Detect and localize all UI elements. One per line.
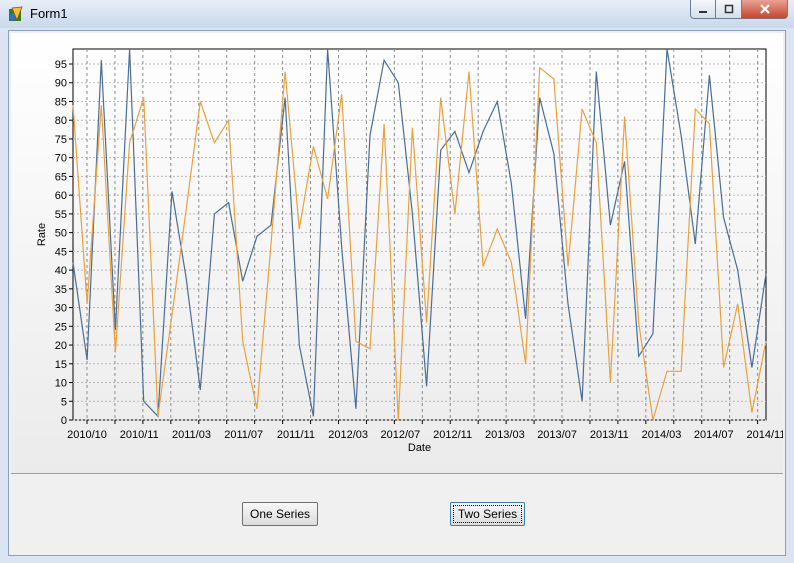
y-tick-label: 75 bbox=[55, 134, 67, 146]
y-tick-label: 45 bbox=[55, 246, 67, 258]
maximize-button[interactable] bbox=[716, 0, 742, 19]
minimize-button[interactable] bbox=[690, 0, 716, 19]
title-bar[interactable]: Form1 bbox=[0, 0, 794, 28]
x-tick-label: 2014/11 bbox=[747, 429, 783, 441]
y-tick-label: 50 bbox=[55, 228, 67, 240]
y-tick-label: 0 bbox=[61, 415, 67, 427]
plot-area bbox=[72, 48, 767, 421]
y-tick-label: 85 bbox=[55, 96, 67, 108]
x-tick-label: 2012/03 bbox=[328, 429, 368, 441]
x-tick-label: 2013/11 bbox=[590, 429, 629, 441]
y-tick-label: 60 bbox=[55, 190, 67, 202]
form-client-area: 0 5 10 15 20 25 30 35 40 45 50 55 60 65 70 75 80 85 90 95 20… bbox=[8, 30, 786, 556]
close-icon bbox=[759, 4, 770, 14]
x-tick-label: 2010/11 bbox=[120, 429, 159, 441]
y-tick-label: 30 bbox=[55, 303, 67, 315]
window-title: Form1 bbox=[30, 6, 68, 21]
y-tick-label: 80 bbox=[55, 115, 67, 127]
x-tick-label: 2011/11 bbox=[277, 429, 315, 441]
y-tick-label: 25 bbox=[55, 321, 67, 333]
one-series-button[interactable]: One Series bbox=[242, 502, 318, 526]
x-tick-label: 2013/03 bbox=[485, 429, 525, 441]
application-window: Form1 0 5 10 15 20 25 30 35 40 45 50 55 60 65 70 75 80 85… bbox=[0, 0, 794, 563]
close-button[interactable] bbox=[742, 0, 788, 19]
y-tick-label: 65 bbox=[55, 171, 67, 183]
x-tick-label: 2011/03 bbox=[172, 429, 211, 441]
y-tick-label: 35 bbox=[55, 284, 67, 296]
y-tick-label: 15 bbox=[55, 359, 67, 371]
y-tick-label: 5 bbox=[61, 396, 67, 408]
x-tick-label: 2013/07 bbox=[537, 429, 577, 441]
y-tick-label: 70 bbox=[55, 153, 67, 165]
chart-panel: 0 5 10 15 20 25 30 35 40 45 50 55 60 65 70 75 80 85 90 95 20… bbox=[11, 33, 785, 474]
line-chart: 0 5 10 15 20 25 30 35 40 45 50 55 60 65 70 75 80 85 90 95 20… bbox=[36, 48, 785, 454]
y-tick-label: 90 bbox=[55, 78, 67, 90]
y-tick-label: 55 bbox=[55, 209, 67, 221]
y-tick-label: 40 bbox=[55, 265, 67, 277]
y-tick-label: 95 bbox=[55, 59, 67, 71]
x-tick-label: 2012/07 bbox=[381, 429, 421, 441]
y-tick-label: 10 bbox=[55, 378, 67, 390]
x-tick-label: 2014/03 bbox=[642, 429, 682, 441]
two-series-button[interactable]: Two Series bbox=[450, 502, 525, 526]
x-tick-label: 2010/10 bbox=[67, 429, 107, 441]
x-tick-label: 2014/07 bbox=[694, 429, 734, 441]
minimize-icon bbox=[699, 11, 707, 13]
y-axis-label: Rate bbox=[36, 223, 48, 246]
x-tick-label: 2011/07 bbox=[224, 429, 263, 441]
x-tick-label: 2012/11 bbox=[433, 429, 472, 441]
app-icon bbox=[9, 6, 23, 22]
maximize-icon bbox=[724, 4, 733, 14]
x-axis-label: Date bbox=[408, 442, 431, 454]
y-tick-label: 20 bbox=[55, 340, 67, 352]
